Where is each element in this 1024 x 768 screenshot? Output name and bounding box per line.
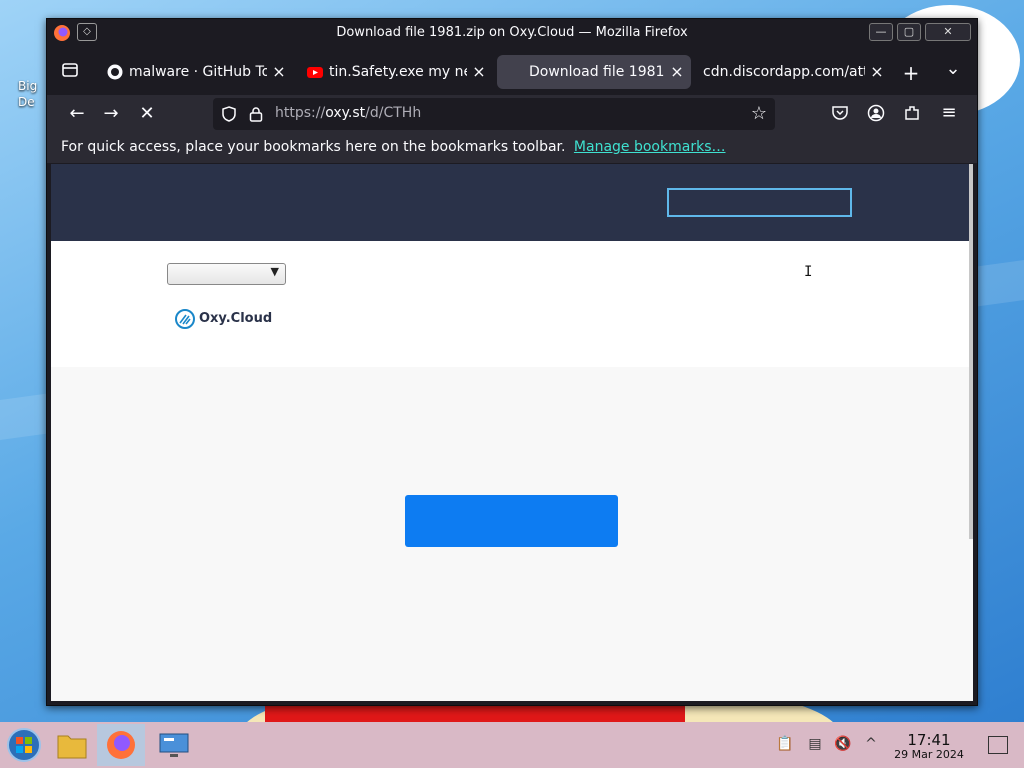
manage-bookmarks-link[interactable]: Manage bookmarks… <box>574 139 726 155</box>
taskbar: 📋 ▤ 🔇 ^ 17:41 29 Mar 2024 <box>0 722 1024 768</box>
web-content: ▼ Oxy.Cloud I <box>51 164 973 701</box>
control-panel-button[interactable] <box>150 724 198 766</box>
navigation-toolbar: ← → ✕ https://oxy.st/d/CTHh ☆ ≡ <box>47 95 977 133</box>
tab-discord-cdn[interactable]: cdn.discordapp.com/attachments × <box>695 55 891 89</box>
site-header <box>51 164 969 241</box>
back-button[interactable]: ← <box>63 100 91 128</box>
extensions-icon[interactable] <box>903 104 921 122</box>
list-all-tabs-button[interactable]: ⌄ <box>941 57 965 81</box>
tab-label: malware · GitHub Topics <box>129 64 267 80</box>
close-window-button[interactable]: ✕ <box>925 23 971 41</box>
window-title: Download file 1981.zip on Oxy.Cloud — Mo… <box>336 25 688 40</box>
clock-time: 17:41 <box>907 731 951 749</box>
chevron-down-icon: ▼ <box>270 265 279 278</box>
url-bar[interactable]: https://oxy.st/d/CTHh ☆ <box>213 98 775 130</box>
lock-icon[interactable] <box>249 106 263 122</box>
folder-icon <box>57 735 87 759</box>
logo-text: Oxy.Cloud <box>199 311 273 326</box>
tab-github-malware[interactable]: malware · GitHub Topics × <box>97 55 293 89</box>
show-hidden-icons-icon[interactable]: ^ <box>862 736 880 754</box>
volume-muted-icon[interactable]: 🔇 <box>834 736 852 754</box>
firefox-view-icon[interactable] <box>61 61 79 79</box>
forward-button[interactable]: → <box>97 100 125 128</box>
computer-icon <box>159 733 189 757</box>
github-icon <box>107 64 123 80</box>
window-titlebar[interactable]: ◇ Download file 1981.zip on Oxy.Cloud — … <box>47 19 977 49</box>
close-tab-icon[interactable]: × <box>669 55 685 89</box>
system-clock[interactable]: 17:41 29 Mar 2024 <box>888 732 970 762</box>
bookmarks-toolbar: For quick access, place your bookmarks h… <box>47 133 977 163</box>
site-subheader: ▼ Oxy.Cloud I <box>51 241 969 367</box>
tab-youtube[interactable]: tin.Safety.exe my new × <box>297 55 493 89</box>
tab-label: tin.Safety.exe my new <box>329 64 467 80</box>
clipboard-icon[interactable]: 📋 <box>776 736 794 754</box>
maximize-button[interactable]: ▢ <box>897 23 921 41</box>
page-scrollbar[interactable] <box>969 164 973 539</box>
text-cursor: I <box>804 264 813 280</box>
tab-label: cdn.discordapp.com/attachments <box>703 64 865 80</box>
download-button[interactable] <box>405 495 618 547</box>
url-text[interactable]: https://oxy.st/d/CTHh <box>275 105 421 121</box>
account-icon[interactable] <box>867 104 885 122</box>
minimize-button[interactable]: — <box>869 23 893 41</box>
app-menu-icon[interactable]: ≡ <box>939 102 959 123</box>
pocket-icon[interactable] <box>831 104 849 122</box>
network-icon[interactable]: ▤ <box>806 736 824 754</box>
bookmarks-message-text: For quick access, place your bookmarks h… <box>61 139 566 155</box>
url-scheme: https:// <box>275 105 326 121</box>
firefox-icon <box>107 731 135 759</box>
youtube-icon <box>307 67 323 78</box>
header-search-box[interactable] <box>667 188 852 217</box>
clock-date: 29 Mar 2024 <box>894 748 964 761</box>
start-orb-icon <box>7 728 41 762</box>
tab-download-file[interactable]: Download file 1981.zip × <box>497 55 691 89</box>
language-select[interactable]: ▼ <box>167 263 286 285</box>
firefox-window: ◇ Download file 1981.zip on Oxy.Cloud — … <box>46 18 978 706</box>
tab-bar: malware · GitHub Topics × tin.Safety.exe… <box>47 49 977 95</box>
oxy-cloud-logo-icon <box>175 309 195 329</box>
show-desktop-button[interactable] <box>988 736 1008 754</box>
tab-label: Download file 1981.zip <box>529 64 665 80</box>
new-tab-button[interactable]: + <box>899 61 923 85</box>
url-host: oxy.st <box>325 105 366 121</box>
close-tab-icon[interactable]: × <box>471 55 487 89</box>
file-manager-button[interactable] <box>48 724 96 766</box>
firefox-taskbar-button[interactable] <box>97 724 145 766</box>
bookmarks-empty-message: For quick access, place your bookmarks h… <box>61 139 725 155</box>
close-tab-icon[interactable]: × <box>271 55 287 89</box>
tracking-protection-shield-icon[interactable] <box>221 106 237 122</box>
stop-loading-button[interactable]: ✕ <box>133 100 161 128</box>
url-path: /d/CTHh <box>365 105 422 121</box>
close-tab-icon[interactable]: × <box>869 55 885 89</box>
bookmark-star-icon[interactable]: ☆ <box>751 103 767 124</box>
start-button[interactable] <box>0 724 48 766</box>
